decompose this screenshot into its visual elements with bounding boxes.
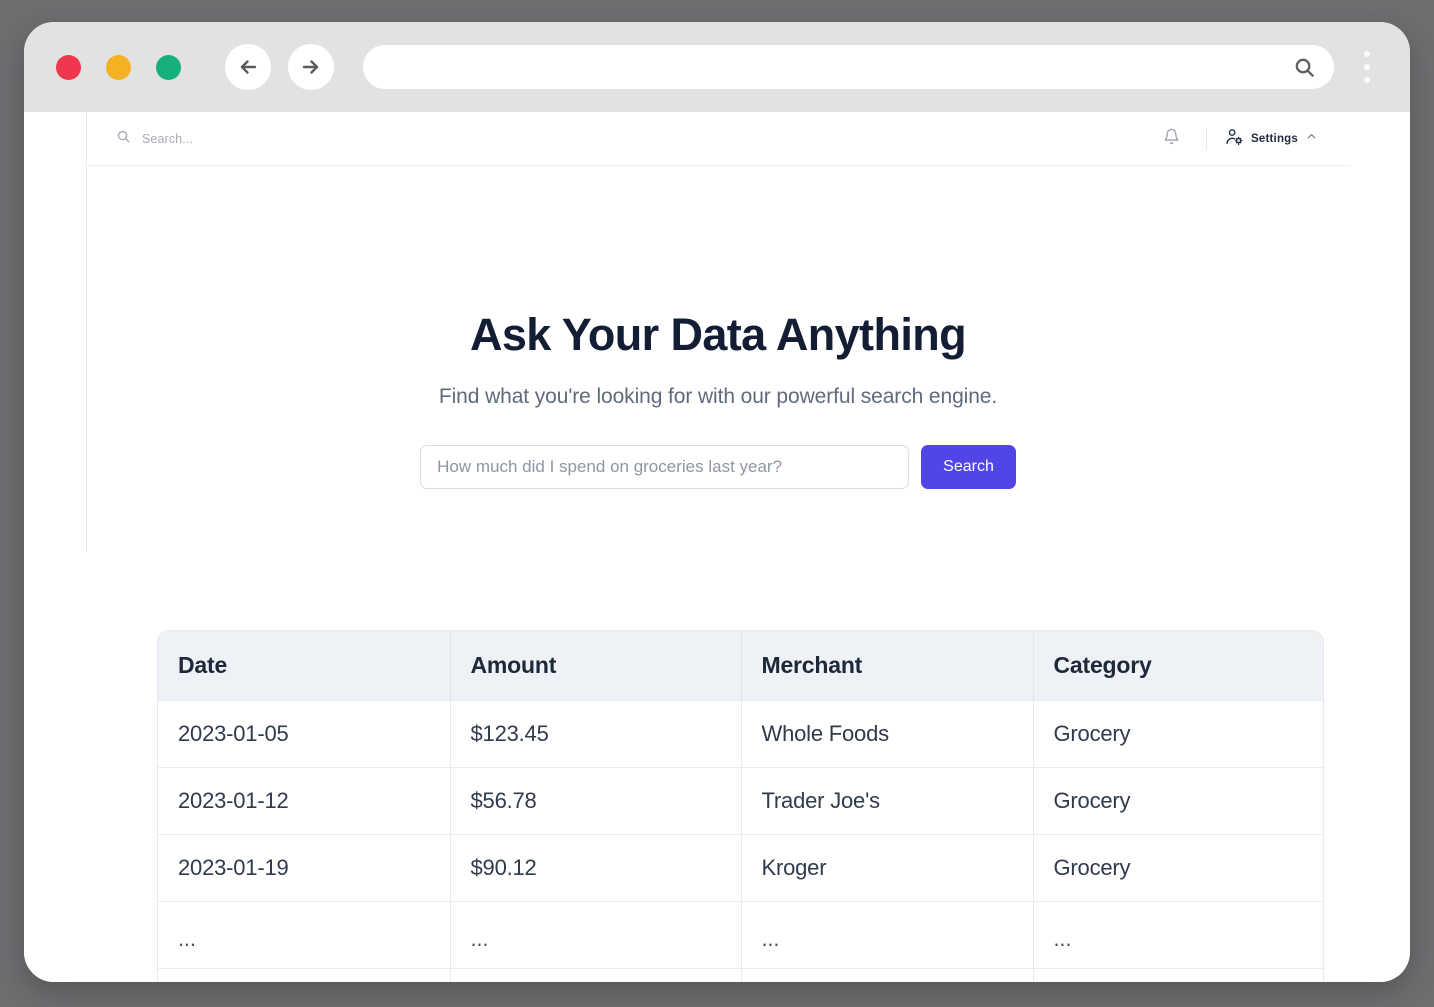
column-header-merchant[interactable]: Merchant (741, 631, 1034, 700)
close-window-button[interactable] (56, 54, 81, 80)
column-header-amount[interactable]: Amount (450, 631, 742, 700)
hero-section: Ask Your Data Anything Find what you're … (86, 166, 1350, 490)
app-header: Search... Settings (86, 112, 1350, 166)
cell-category: ... (1033, 900, 1323, 968)
settings-menu-button[interactable]: Settings (1225, 127, 1318, 151)
url-input[interactable] (385, 58, 1293, 76)
bell-icon (1163, 128, 1180, 150)
table-body: 2023-01-05 $123.45 Whole Foods Grocery 2… (158, 699, 1323, 982)
header-search[interactable]: Search... (116, 129, 193, 149)
table-row[interactable]: 2023-12-25 $78.99 Safeway Grocery (158, 967, 1323, 982)
browser-navigation-buttons (225, 44, 334, 90)
page-title: Ask Your Data Anything (469, 309, 967, 360)
cell-merchant: Safeway (741, 967, 1034, 982)
cell-amount: ... (450, 900, 742, 968)
settings-label: Settings (1251, 132, 1298, 145)
table-header-row: Date Amount Merchant Category (158, 631, 1323, 700)
maximize-window-button[interactable] (156, 54, 181, 80)
back-button[interactable] (225, 44, 271, 90)
forward-button[interactable] (288, 44, 334, 90)
cell-date: 2023-01-12 (158, 766, 451, 834)
table-row[interactable]: 2023-01-19 $90.12 Kroger Grocery (158, 833, 1323, 901)
header-right-group: Settings (1158, 126, 1318, 152)
cell-amount: $78.99 (450, 967, 742, 982)
results-table-container: Date Amount Merchant Category 2023-01-05… (157, 630, 1324, 982)
cell-date: 2023-01-19 (158, 833, 451, 901)
cell-category: Grocery (1033, 699, 1323, 767)
cell-category: Grocery (1033, 766, 1323, 834)
cell-merchant: Whole Foods (741, 699, 1034, 767)
cell-category: Grocery (1033, 833, 1323, 901)
page-subtitle: Find what you're looking for with our po… (438, 385, 998, 409)
header-search-placeholder: Search... (142, 131, 193, 146)
menu-dot (1364, 64, 1370, 70)
table-row[interactable]: 2023-01-12 $56.78 Trader Joe's Grocery (158, 766, 1323, 834)
search-icon (116, 129, 131, 149)
cell-amount: $123.45 (450, 699, 742, 767)
header-divider (1206, 127, 1208, 150)
cell-amount: $56.78 (450, 766, 742, 834)
browser-menu-button[interactable] (1352, 44, 1382, 90)
address-bar[interactable] (363, 45, 1334, 89)
table-row[interactable]: 2023-01-05 $123.45 Whole Foods Grocery (158, 699, 1323, 767)
arrow-left-icon (236, 55, 260, 79)
cell-category: Grocery (1033, 967, 1323, 982)
table-row-truncated: ... ... ... ... (158, 900, 1323, 968)
search-icon[interactable] (1293, 56, 1316, 79)
query-input[interactable] (420, 445, 910, 490)
cell-amount: $90.12 (450, 833, 742, 901)
search-button[interactable]: Search (921, 445, 1016, 490)
window-traffic-lights (56, 54, 181, 80)
chevron-up-icon (1305, 130, 1318, 148)
column-header-category[interactable]: Category (1033, 631, 1323, 700)
cell-merchant: ... (741, 900, 1034, 968)
cell-merchant: Trader Joe's (741, 766, 1034, 834)
cell-merchant: Kroger (741, 833, 1034, 901)
user-settings-icon (1225, 127, 1244, 151)
page-viewport: Search... Settings Ask Your Data Anythin… (24, 112, 1410, 982)
cell-date: 2023-12-25 (158, 967, 451, 982)
table-head: Date Amount Merchant Category (158, 631, 1323, 700)
browser-chrome-bar (24, 22, 1410, 112)
browser-window: Search... Settings Ask Your Data Anythin… (24, 22, 1410, 982)
cell-date: 2023-01-05 (158, 699, 451, 767)
notifications-button[interactable] (1158, 126, 1184, 152)
cell-date: ... (158, 900, 451, 968)
results-table: Date Amount Merchant Category 2023-01-05… (158, 631, 1323, 982)
arrow-right-icon (299, 55, 323, 79)
menu-dot (1364, 77, 1370, 83)
column-header-date[interactable]: Date (158, 631, 451, 700)
menu-dot (1364, 51, 1370, 57)
minimize-window-button[interactable] (106, 54, 131, 80)
hero-search-row: Search (218, 445, 1218, 490)
